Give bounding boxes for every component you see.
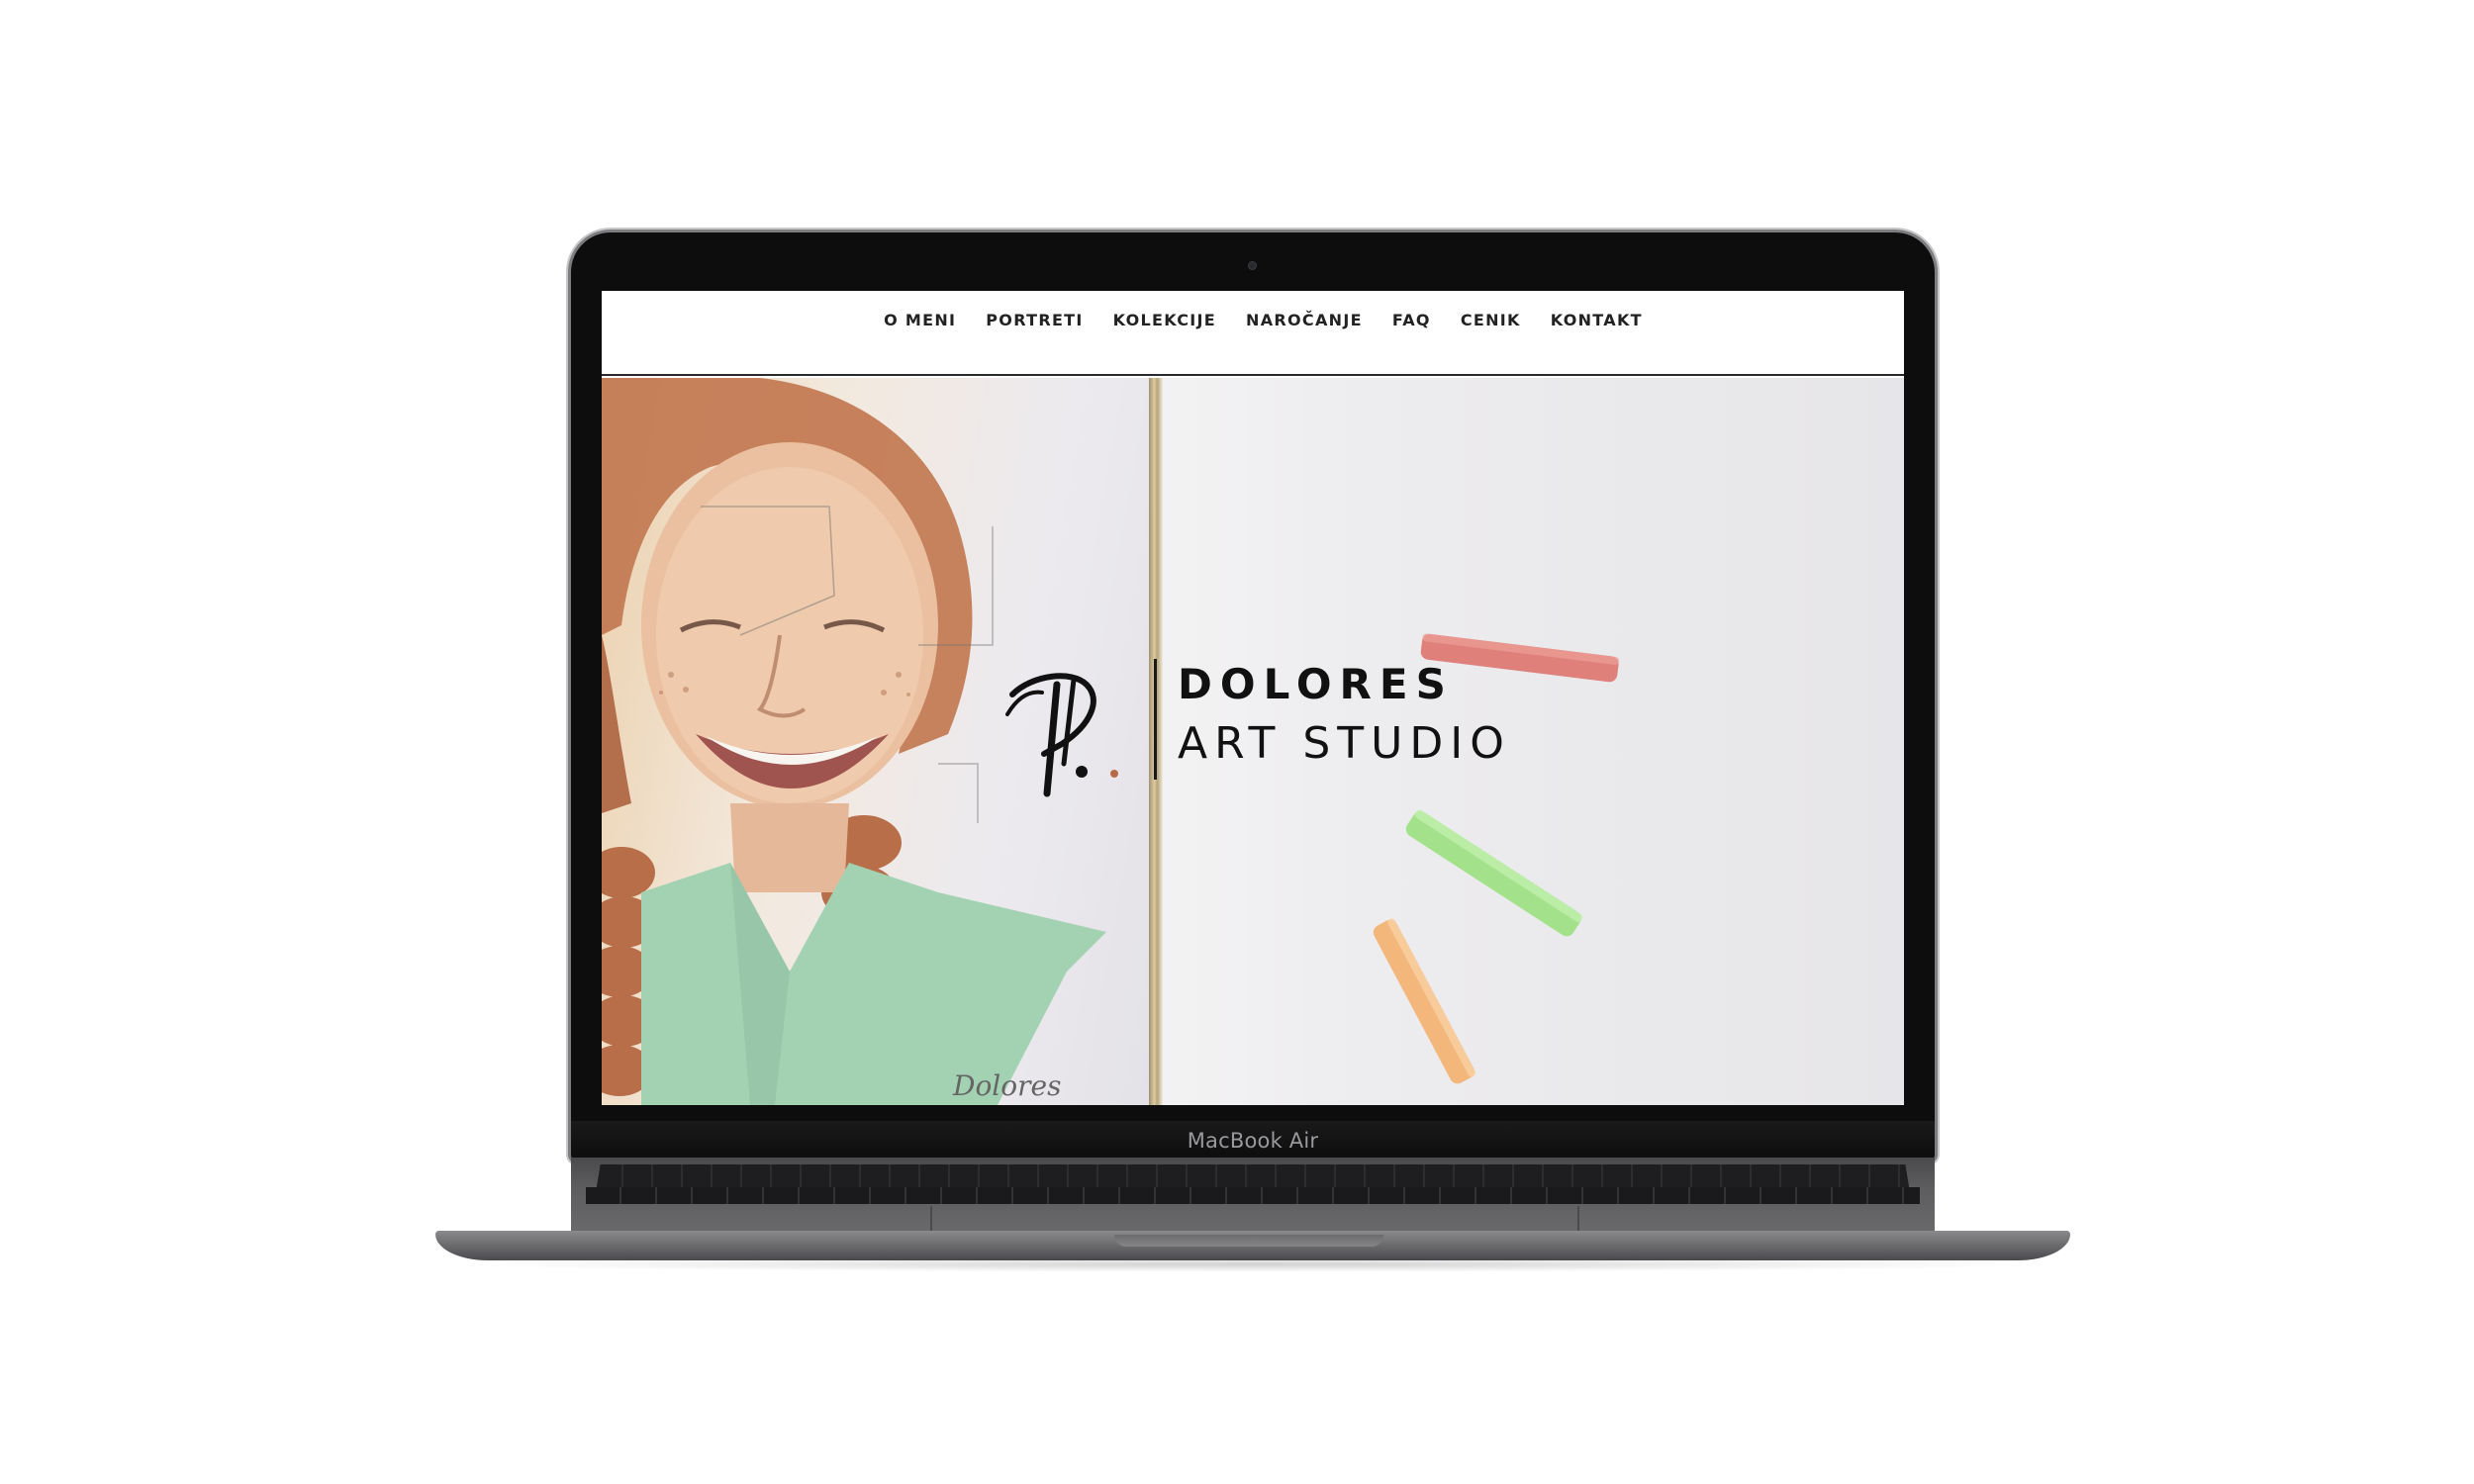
site-navigation: O MENI PORTRETI KOLEKCIJE NAROČANJE FAQ … [602, 291, 1904, 376]
nav-item-cenik[interactable]: CENIK [1461, 311, 1521, 329]
studio-logo[interactable]: DOLORES ART STUDIO [1002, 655, 1537, 803]
webcam [1248, 261, 1257, 270]
logo-divider [1154, 659, 1157, 780]
mockup-stage: O MENI PORTRETI KOLEKCIJE NAROČANJE FAQ … [0, 0, 2474, 1484]
lid-opening-notch [1114, 1235, 1383, 1247]
nav-item-kontakt[interactable]: KONTAKT [1551, 311, 1643, 329]
laptop-chin: MacBook Air [571, 1121, 1935, 1160]
model-label: MacBook Air [1187, 1129, 1319, 1153]
keyboard-row [586, 1187, 1920, 1204]
hero-banner: Dolores DOLORES ART STUDIO [602, 378, 1904, 1105]
nav-item-kolekcije[interactable]: KOLEKCIJE [1113, 311, 1216, 329]
nav-menu: O MENI PORTRETI KOLEKCIJE NAROČANJE FAQ … [884, 311, 1643, 329]
laptop-lid: O MENI PORTRETI KOLEKCIJE NAROČANJE FAQ … [571, 232, 1935, 1160]
laptop-screen: O MENI PORTRETI KOLEKCIJE NAROČANJE FAQ … [602, 291, 1904, 1105]
logo-subtitle: ART STUDIO [1178, 718, 1511, 769]
nav-item-o-meni[interactable]: O MENI [884, 311, 956, 329]
monogram-d-icon [1005, 673, 1118, 797]
nav-item-portreti[interactable]: PORTRETI [986, 311, 1083, 329]
laptop-shadow [455, 1256, 2050, 1272]
logo-title: DOLORES [1178, 660, 1454, 708]
nav-item-narocanje[interactable]: NAROČANJE [1246, 311, 1363, 329]
nav-item-faq[interactable]: FAQ [1392, 311, 1431, 329]
